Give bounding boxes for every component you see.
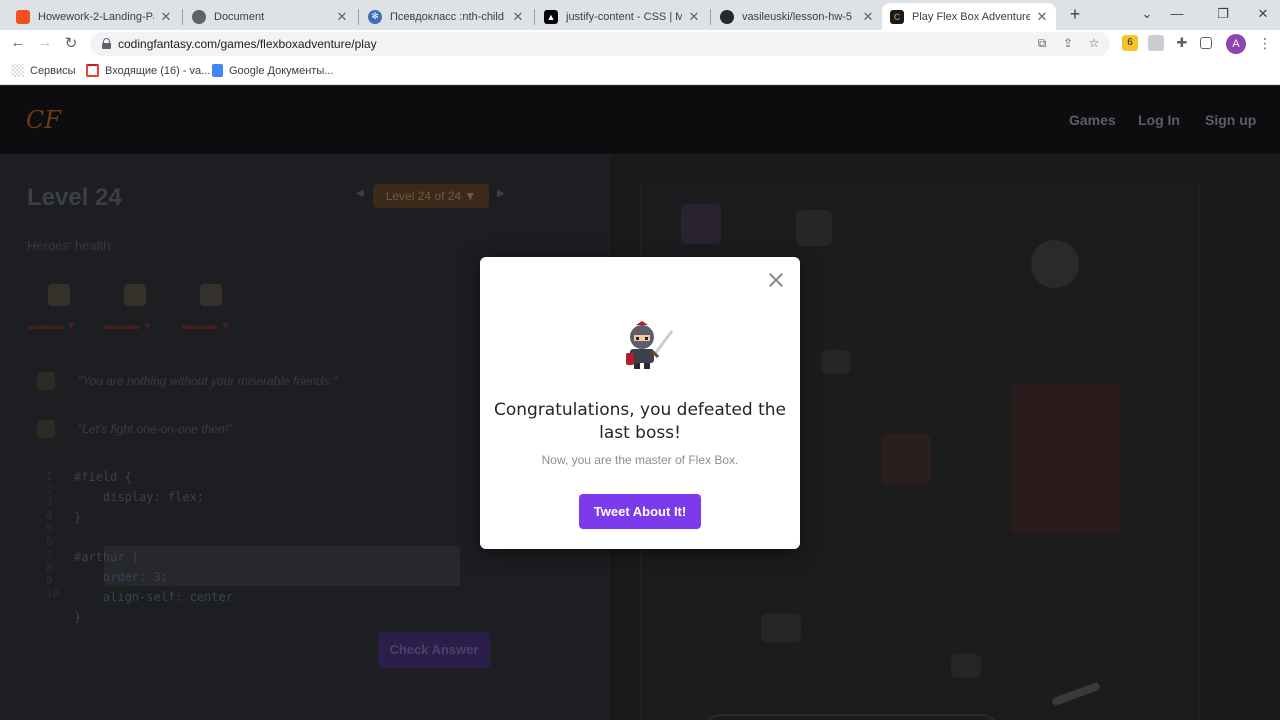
tab-divider — [710, 9, 711, 25]
close-tab-icon[interactable]: ✕ — [862, 9, 874, 25]
close-icon[interactable] — [767, 271, 785, 289]
apps-icon — [11, 64, 24, 77]
modal-subtitle: Now, you are the master of Flex Box. — [541, 453, 739, 467]
back-icon[interactable]: ← — [9, 34, 27, 51]
bookmark-services[interactable]: Сервисы — [11, 64, 76, 77]
share-icon[interactable]: ⇪ — [1060, 36, 1076, 50]
maximize-icon[interactable]: ❐ — [1214, 6, 1232, 22]
gear-icon: ✻ — [368, 9, 382, 24]
docs-icon — [212, 64, 223, 77]
modal-title: Congratulations, you defeated the last b… — [493, 400, 787, 443]
cf-icon: C — [890, 9, 904, 24]
tab-search-icon[interactable]: ⌄ — [1138, 6, 1156, 22]
tab-0[interactable]: Howework-2-Landing-Page ✕ — [8, 3, 180, 30]
bookmark-star-icon[interactable]: ☆ — [1086, 36, 1102, 50]
tab-title: Howework-2-Landing-Page — [38, 10, 154, 23]
url-text: codingfantasy.com/games/flexboxadventure… — [118, 37, 377, 51]
browser-toolbar: ← → ↻ codingfantasy.com/games/flexboxadv… — [0, 30, 1280, 58]
bookmark-label: Входящие (16) - va... — [105, 64, 211, 77]
puzzle-icon[interactable]: ✚ — [1174, 35, 1190, 51]
side-panel-icon[interactable] — [1200, 37, 1212, 49]
figma-icon — [16, 9, 30, 24]
tab-title: Псевдокласс :nth-child | htr — [390, 10, 506, 23]
lock-icon[interactable] — [102, 38, 111, 49]
close-tab-icon[interactable]: ✕ — [336, 9, 348, 25]
bookmarks-bar: Сервисы Входящие (16) - va... Google Док… — [0, 58, 1280, 85]
extension-icon[interactable]: 6 — [1122, 35, 1138, 51]
tab-divider — [182, 9, 183, 25]
bookmark-gmail[interactable]: Входящие (16) - va... — [86, 64, 210, 77]
close-tab-icon[interactable]: ✕ — [512, 9, 524, 25]
tweet-button[interactable]: Tweet About It! — [579, 494, 701, 529]
globe-icon — [192, 9, 206, 24]
address-bar[interactable]: codingfantasy.com/games/flexboxadventure… — [90, 32, 1110, 56]
forward-icon[interactable]: → — [36, 34, 54, 51]
bookmark-docs[interactable]: Google Документы... — [212, 64, 333, 77]
extension-icon-2[interactable] — [1148, 35, 1164, 51]
tab-strip: Howework-2-Landing-Page ✕ Document ✕ ✻ П… — [0, 0, 1280, 30]
tab-2[interactable]: ✻ Псевдокласс :nth-child | htr ✕ — [360, 3, 532, 30]
tab-active[interactable]: C Play Flex Box Adventure – C ✕ — [882, 3, 1056, 30]
bookmark-label: Google Документы... — [229, 64, 334, 77]
minimize-icon[interactable]: — — [1168, 6, 1186, 21]
tab-title: Document — [214, 10, 265, 23]
tab-3[interactable]: ▲ justify-content - CSS | MDN ✕ — [536, 3, 708, 30]
avatar[interactable]: A — [1226, 34, 1246, 54]
victory-modal: Congratulations, you defeated the last b… — [480, 257, 800, 549]
close-tab-icon[interactable]: ✕ — [688, 9, 700, 25]
mdn-icon: ▲ — [544, 9, 558, 24]
tab-title: Play Flex Box Adventure – C — [912, 10, 1030, 23]
translate-icon[interactable]: ⧉ — [1034, 36, 1050, 51]
gmail-icon — [86, 64, 99, 77]
tab-1[interactable]: Document ✕ — [184, 3, 356, 30]
tab-title: vasileuski/lesson-hw-5 — [742, 10, 853, 23]
new-tab-icon[interactable]: + — [1066, 5, 1084, 23]
github-icon — [720, 9, 734, 24]
tab-divider — [358, 9, 359, 25]
close-window-icon[interactable]: ✕ — [1254, 6, 1272, 22]
close-tab-icon[interactable]: ✕ — [1036, 9, 1048, 25]
tab-divider — [534, 9, 535, 25]
reload-icon[interactable]: ↻ — [62, 34, 80, 52]
extension-badge: 6 — [1127, 37, 1133, 48]
tab-4[interactable]: vasileuski/lesson-hw-5 ✕ — [712, 3, 882, 30]
bookmark-label: Сервисы — [30, 64, 76, 77]
close-tab-icon[interactable]: ✕ — [160, 9, 172, 25]
knight-icon — [626, 321, 674, 369]
menu-icon[interactable]: ⋮ — [1258, 35, 1272, 52]
tab-title: justify-content - CSS | MDN — [566, 10, 682, 23]
